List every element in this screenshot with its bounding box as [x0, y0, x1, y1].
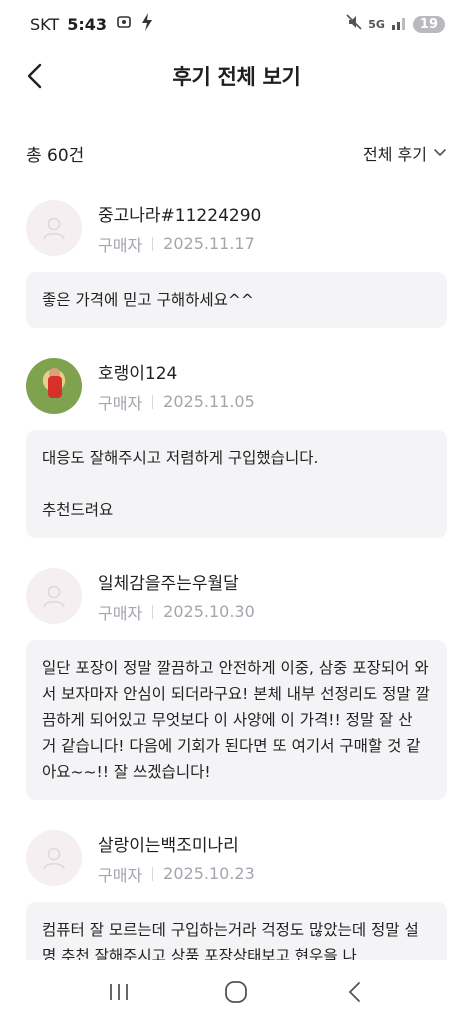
recent-apps-icon: [109, 984, 128, 1000]
review-summary: 총 60건 전체 후기: [26, 136, 447, 170]
avatar-photo[interactable]: [26, 358, 82, 414]
signal-icon: [391, 15, 407, 34]
reviewer-role: 구매자: [98, 235, 143, 255]
network-label: 5G: [368, 17, 385, 31]
reviewer-name[interactable]: 일체감을주는우월달: [98, 569, 255, 594]
filter-label: 전체 후기: [363, 145, 427, 164]
default-avatar-icon[interactable]: [26, 830, 82, 886]
home-button[interactable]: [212, 972, 260, 1012]
recent-apps-button[interactable]: [95, 972, 143, 1012]
reviewer-name[interactable]: 중고나라#11224290: [98, 201, 261, 226]
review-text: 일단 포장이 정말 깔끔하고 안전하게 이중, 삼중 포장되어 와서 보자마자 …: [26, 640, 447, 800]
reviewer-name[interactable]: 살랑이는백조미나리: [98, 831, 255, 856]
back-nav-button[interactable]: [330, 972, 378, 1012]
home-icon: [225, 981, 248, 1003]
carrier-label: SKT: [30, 14, 60, 34]
flash-icon: [141, 13, 153, 35]
review-filter-dropdown[interactable]: 전체 후기: [363, 141, 447, 165]
review-item: 일체감을주는우월달 구매자 2025.10.30 일단 포장이 정말 깔끔하고 …: [26, 568, 447, 800]
status-bar: SKT 5:43 5G 19: [0, 0, 473, 48]
app-header: 후기 전체 보기: [0, 48, 473, 104]
review-text: 좋은 가격에 믿고 구해하세요^^: [26, 272, 447, 328]
review-date: 2025.11.17: [163, 234, 255, 253]
default-avatar-icon[interactable]: [26, 568, 82, 624]
reviewer-role: 구매자: [98, 393, 143, 413]
screen-capture-icon: [115, 14, 133, 34]
review-item: 중고나라#11224290 구매자 2025.11.17 좋은 가격에 믿고 구…: [26, 200, 447, 328]
default-avatar-icon[interactable]: [26, 200, 82, 256]
reviewer-role: 구매자: [98, 603, 143, 623]
total-count: 총 60건: [26, 145, 85, 166]
review-item: 호랭이124 구매자 2025.11.05 대응도 잘해주시고 저렴하게 구입했…: [26, 358, 447, 538]
review-date: 2025.10.23: [163, 864, 255, 883]
chevron-left-icon: [27, 63, 42, 89]
review-date: 2025.11.05: [163, 392, 255, 411]
reviewer-role: 구매자: [98, 865, 143, 885]
system-nav-bar: [0, 960, 473, 1024]
review-text: 컴퓨터 잘 모르는데 구입하는거라 걱정도 많았는데 정말 설명 추천 잘해주시…: [26, 902, 447, 960]
back-icon: [348, 982, 361, 1002]
back-button[interactable]: [18, 58, 50, 94]
reviewer-name[interactable]: 호랭이124: [98, 359, 255, 384]
meta-divider: [152, 394, 154, 409]
meta-divider: [152, 604, 154, 619]
meta-divider: [152, 866, 154, 881]
clock: 5:43: [67, 14, 107, 34]
review-list[interactable]: 중고나라#11224290 구매자 2025.11.17 좋은 가격에 믿고 구…: [26, 200, 447, 960]
meta-divider: [152, 236, 154, 251]
review-item: 살랑이는백조미나리 구매자 2025.10.23 컴퓨터 잘 모르는데 구입하는…: [26, 830, 447, 960]
page-title: 후기 전체 보기: [172, 65, 301, 89]
battery-badge: 19: [412, 15, 445, 33]
chevron-down-icon: [434, 149, 446, 157]
review-date: 2025.10.30: [163, 602, 255, 621]
mute-icon: [346, 14, 362, 34]
review-text: 대응도 잘해주시고 저렴하게 구입했습니다. 추천드려요: [26, 430, 447, 538]
